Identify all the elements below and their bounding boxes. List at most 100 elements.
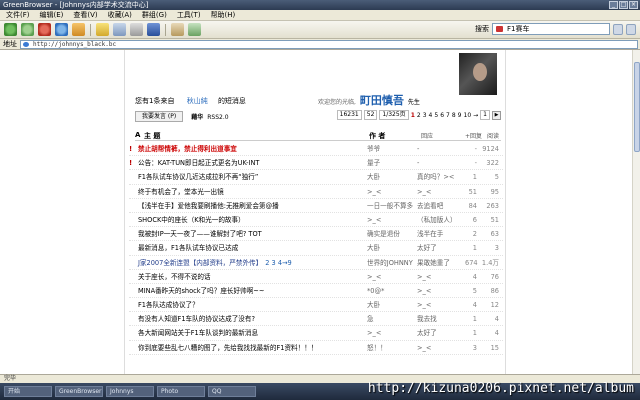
favorites-icon[interactable] <box>96 23 109 36</box>
topic-title-link[interactable]: 各大新闻网站关于F1车队谈判的最新消息 <box>138 326 258 340</box>
topic-title-link[interactable]: 关于座长，不得不说的话 <box>138 270 211 284</box>
taskbar-item-photo[interactable]: Photo <box>157 386 205 397</box>
topic-row[interactable]: ! 禁止胡帮情裤，禁止得利出道事宜 爷爷 - -9124 <box>129 142 503 157</box>
topic-row[interactable]: J家2007全新连盟【内部资料，严禁外传】 2 3 4→9 世界的JOHNNY 果敢她… <box>129 256 503 270</box>
topic-author[interactable]: *0@* <box>367 284 384 298</box>
address-input[interactable]: http://johnnys_black.bc <box>20 39 638 49</box>
topic-author[interactable]: >_< <box>367 213 381 227</box>
topic-row[interactable]: 【浅半在手】爱他我要刷播他:无推刷爱会第@播 一日一般不算多 去追看吧 84 263 <box>129 199 503 213</box>
taskbar-item-browser[interactable]: GreenBrowser <box>55 386 103 397</box>
topic-last-reply[interactable]: 我去找 <box>417 312 437 326</box>
pager-page-2[interactable]: 2 <box>417 112 421 119</box>
forward-icon[interactable] <box>21 23 34 36</box>
topic-title-link[interactable]: J家2007全新连盟【内部资料，严禁外传】 2 3 4→9 <box>138 256 292 270</box>
pager-page-10[interactable]: 10 <box>464 112 472 119</box>
topic-row[interactable]: 各大新闻网站关于F1车队谈判的最新消息 >_< 太好了 1 4 <box>129 326 503 341</box>
topic-author[interactable]: 一日一般不算多 <box>367 199 413 213</box>
topic-title-link[interactable]: MINA番昨天的shock了吗？座长好帅啊~~ <box>138 284 264 298</box>
pager-page-1[interactable]: 1 <box>411 112 415 119</box>
pager-page-6[interactable]: 6 <box>440 112 444 119</box>
topic-author[interactable]: 大卧 <box>367 170 380 184</box>
topic-title-link[interactable]: F1各队试车协议几近达成拉利不再“独行” <box>138 170 258 184</box>
rss-link[interactable]: 藉华 RSS2.0 <box>191 112 228 121</box>
options-icon[interactable] <box>188 23 201 36</box>
search-input[interactable]: F1赛车 <box>492 23 610 35</box>
topic-author[interactable]: >_< <box>367 326 381 340</box>
menu-groups[interactable]: 群组(G) <box>142 10 167 20</box>
topic-author[interactable]: 确实是退份 <box>367 227 400 241</box>
topic-title-link[interactable]: 禁止胡帮情裤，禁止得利出道事宜 <box>138 142 237 156</box>
topic-last-reply[interactable]: 果敢她重了 <box>417 256 450 270</box>
topic-last-reply[interactable]: >_< <box>417 270 431 284</box>
topic-author[interactable]: 世界的JOHNNY <box>367 256 413 270</box>
pager-page-9[interactable]: 9 <box>458 112 462 119</box>
post-button[interactable]: 我要发言 (P) <box>135 110 184 122</box>
topic-last-reply[interactable]: - <box>417 156 419 170</box>
maximize-button[interactable]: □ <box>619 1 628 9</box>
topic-row[interactable]: SHOCK中的座长（K和光一的故事） >_< （私加版人） 6 51 <box>129 213 503 228</box>
topic-last-reply[interactable]: 浅半在手 <box>417 227 443 241</box>
topic-title-link[interactable]: 【浅半在手】爱他我要刷播他:无推刷爱会第@播 <box>138 199 279 213</box>
save-icon[interactable] <box>147 23 160 36</box>
minimize-button[interactable]: _ <box>609 1 618 9</box>
topic-author[interactable]: 大卧 <box>367 298 380 312</box>
topic-last-reply[interactable]: 太好了 <box>417 326 437 340</box>
topic-row[interactable]: 关于座长，不得不说的话 >_< >_< 4 76 <box>129 270 503 284</box>
topic-author[interactable]: 急 <box>367 312 374 326</box>
topic-last-reply[interactable]: >_< <box>417 284 431 298</box>
vertical-scrollbar[interactable] <box>632 50 640 374</box>
mail-icon[interactable] <box>171 23 184 36</box>
topic-author[interactable]: >_< <box>367 185 381 199</box>
topic-title-link[interactable]: 终于有机会了，堂本光一出镜 <box>138 185 224 199</box>
back-icon[interactable] <box>4 23 17 36</box>
pager-page-8[interactable]: 8 <box>452 112 456 119</box>
menu-tools[interactable]: 工具(T) <box>177 10 201 20</box>
message-sender-link[interactable]: 秋山純 <box>187 97 208 105</box>
refresh-icon[interactable] <box>55 23 68 36</box>
topic-row[interactable]: 终于有机会了，堂本光一出镜 >_< >_< 51 95 <box>129 185 503 199</box>
topic-author[interactable]: 量子 <box>367 156 380 170</box>
pager-page-7[interactable]: 7 <box>446 112 450 119</box>
topic-row[interactable]: 有没有人知道F1车队的协议达成了没有? 急 我去找 1 4 <box>129 312 503 327</box>
menu-view[interactable]: 查看(V) <box>73 10 97 20</box>
topic-author[interactable]: >_< <box>367 270 381 284</box>
topic-last-reply[interactable]: - <box>417 142 419 156</box>
topic-last-reply[interactable]: >_< <box>417 185 431 199</box>
topic-row[interactable]: 我被封IP一天一夜了——谁解封了吧? TOT 确实是退份 浅半在手 2 63 <box>129 227 503 242</box>
topic-title-link[interactable]: SHOCK中的座长（K和光一的故事） <box>138 213 245 227</box>
topic-row[interactable]: 最新消息，F1各队试车协议已达成 大卧 太好了 1 3 <box>129 241 503 256</box>
topic-last-reply[interactable]: 去追看吧 <box>417 199 443 213</box>
topic-title-link[interactable]: 公告：KAT-TUN即日起正式更名为UK-INT <box>138 156 259 170</box>
topic-title-link[interactable]: 我被封IP一天一夜了——谁解封了吧? TOT <box>138 227 262 241</box>
topic-row[interactable]: MINA番昨天的shock了吗？座长好帅啊~~ *0@* >_< 5 86 <box>129 284 503 299</box>
start-button[interactable]: 开始 <box>4 386 52 397</box>
menu-file[interactable]: 文件(F) <box>6 10 30 20</box>
menu-edit[interactable]: 编辑(E) <box>40 10 64 20</box>
topic-page-links[interactable]: 2 3 4→9 <box>265 259 292 267</box>
home-icon[interactable] <box>72 23 85 36</box>
print-icon[interactable] <box>130 23 143 36</box>
topic-title-link[interactable]: F1各队达成协议了？ <box>138 298 199 312</box>
topic-last-reply[interactable]: >_< <box>417 298 431 312</box>
topic-last-reply[interactable]: 真的吗？>< <box>417 170 454 184</box>
message-notice-suffix[interactable]: 的短消息 <box>218 97 246 105</box>
scrollbar-thumb[interactable] <box>634 62 640 152</box>
search-go-icon[interactable] <box>613 23 623 35</box>
pager-page-4[interactable]: 4 <box>429 112 433 119</box>
taskbar-item-johnnys[interactable]: Johnnys <box>106 386 154 397</box>
topic-row[interactable]: 你到底要些乱七八糟的图了，先给我找找最新的F1资料！！！ 怒！！ >_< 3 15 <box>129 341 503 355</box>
topic-title-link[interactable]: 有没有人知道F1车队的协议达成了没有? <box>138 312 255 326</box>
pager-jump-input[interactable]: 1 <box>480 110 490 120</box>
menu-favorites[interactable]: 收藏(A) <box>108 10 132 20</box>
topic-last-reply[interactable]: >_< <box>417 341 431 355</box>
topic-last-reply[interactable]: （私加版人） <box>417 213 457 227</box>
menu-help[interactable]: 帮助(H) <box>211 10 236 20</box>
pager-go-icon[interactable]: ▶ <box>492 110 501 120</box>
pager-page-5[interactable]: 5 <box>434 112 438 119</box>
pager-page-3[interactable]: 3 <box>423 112 427 119</box>
search-options-icon[interactable] <box>626 23 636 35</box>
pager-next[interactable]: → <box>473 112 478 119</box>
topic-author[interactable]: 大卧 <box>367 241 380 255</box>
topic-title-link[interactable]: 最新消息，F1各队试车协议已达成 <box>138 241 238 255</box>
topic-last-reply[interactable]: 太好了 <box>417 241 437 255</box>
